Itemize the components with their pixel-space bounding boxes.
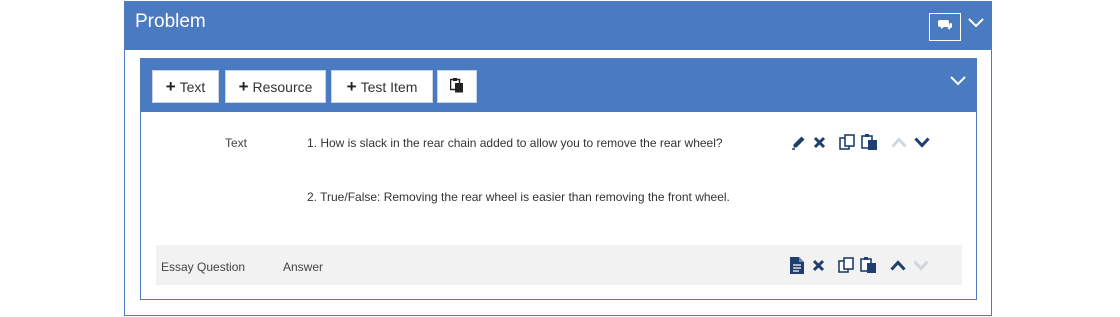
text-line-2: 2. True/False: Removing the rear wheel i… — [307, 190, 730, 204]
move-up-icon[interactable] — [890, 133, 908, 151]
plus-icon: + — [165, 77, 176, 96]
panel-header: Problem — [125, 2, 991, 50]
delete-icon[interactable] — [809, 256, 827, 274]
content-section: + Text + Resource + Test Item Text 1. Ho — [140, 58, 977, 300]
copy-icon[interactable] — [837, 256, 855, 274]
paste-button[interactable] — [437, 70, 477, 103]
comment-button[interactable] — [929, 13, 961, 41]
document-icon[interactable] — [788, 256, 806, 274]
delete-icon[interactable] — [810, 133, 828, 151]
edit-icon[interactable] — [789, 133, 807, 151]
text-line-1: 1. How is slack in the rear chain added … — [307, 136, 723, 150]
section-toolbar: + Text + Resource + Test Item — [141, 59, 976, 112]
chevron-down-icon[interactable] — [967, 14, 985, 32]
panel-title: Problem — [135, 11, 206, 32]
paste-icon[interactable] — [859, 256, 877, 274]
paste-icon — [449, 77, 464, 96]
chevron-down-icon[interactable] — [949, 72, 967, 90]
item-type-label: Essay Question — [161, 260, 246, 274]
add-test-item-label: Test Item — [360, 78, 418, 95]
move-down-icon[interactable] — [912, 256, 930, 274]
add-resource-button[interactable]: + Resource — [225, 70, 326, 103]
plus-icon: + — [346, 77, 357, 96]
copy-icon[interactable] — [838, 133, 856, 151]
answer-label: Answer — [283, 260, 324, 274]
essay-question-row: Essay Question Answer — [156, 245, 962, 285]
paste-icon[interactable] — [860, 133, 878, 151]
plus-icon: + — [238, 77, 249, 96]
problem-panel: Problem + Text + Resource + Test Item Te… — [124, 1, 992, 316]
move-down-icon[interactable] — [913, 133, 931, 151]
comment-icon — [938, 18, 952, 36]
add-text-label: Text — [179, 78, 206, 95]
add-resource-label: Resource — [252, 78, 313, 95]
add-text-button[interactable]: + Text — [152, 70, 219, 103]
add-test-item-button[interactable]: + Test Item — [331, 70, 433, 103]
move-up-icon[interactable] — [889, 256, 907, 274]
item-type-label: Text — [225, 136, 248, 150]
